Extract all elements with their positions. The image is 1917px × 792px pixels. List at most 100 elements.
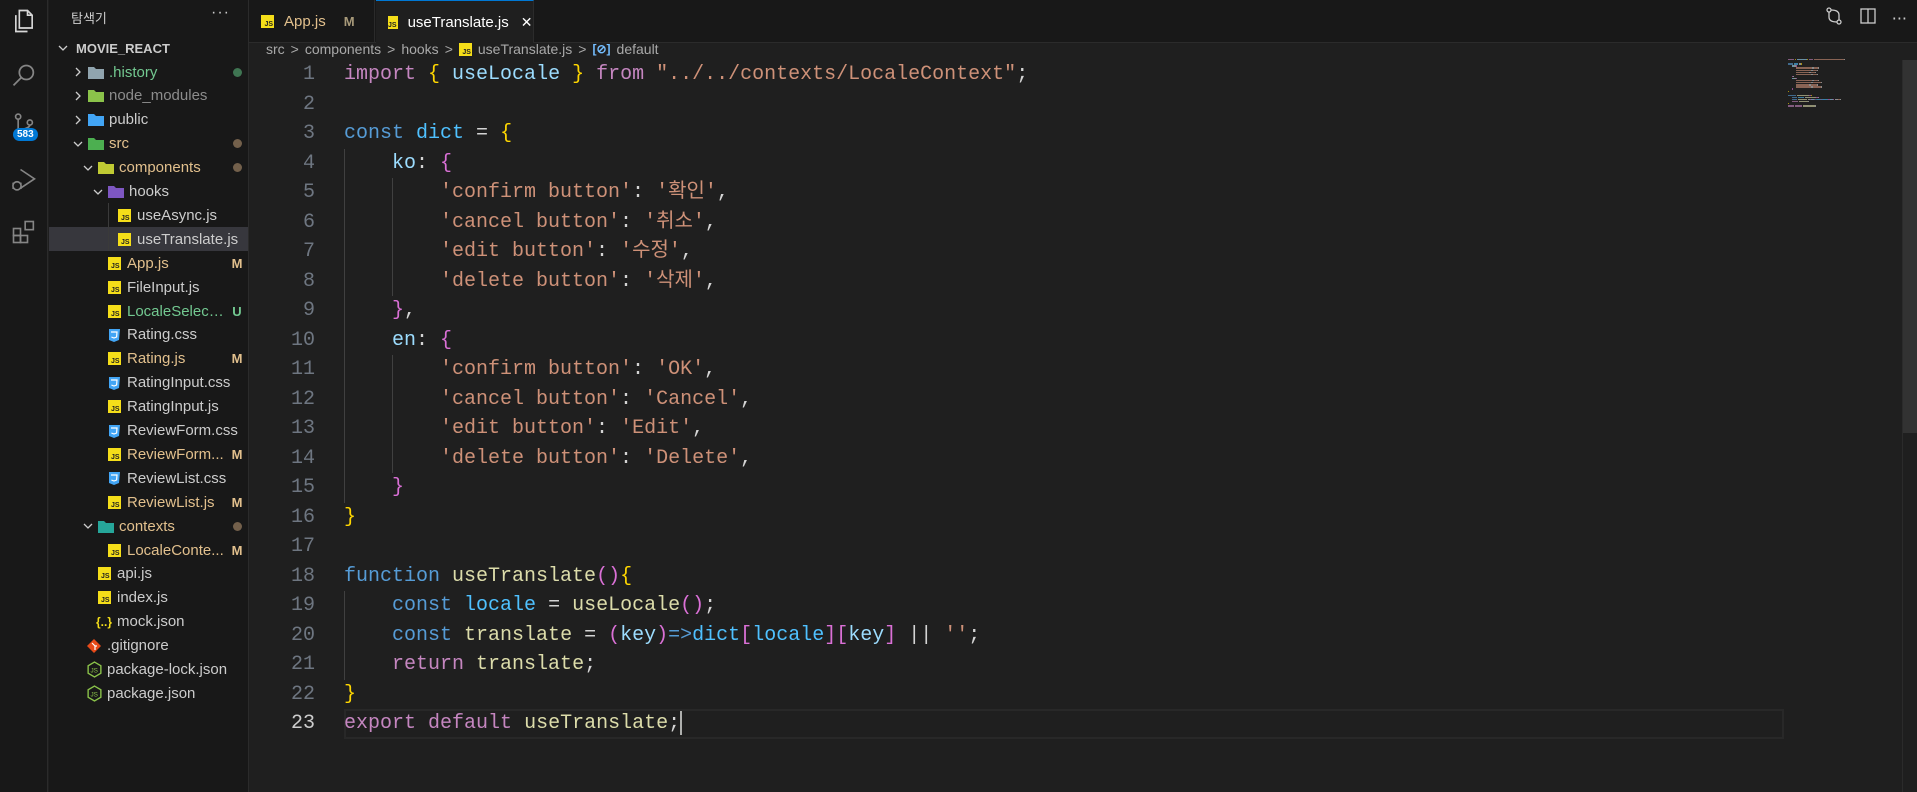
code-line[interactable]: 'confirm button': 'OK', [344,355,716,385]
search-icon[interactable] [8,60,40,92]
code-token: () [596,564,621,588]
breadcrumb-item[interactable]: src [266,41,285,57]
code-line[interactable]: const locale = useLocale(); [344,591,716,621]
more-icon[interactable]: ··· [1892,9,1907,28]
tree-file[interactable]: RatingInput.css [49,371,248,395]
chevron-right-icon [69,66,87,78]
code-line[interactable]: 'cancel button': '취소', [344,208,717,238]
files-icon[interactable] [8,5,40,37]
workspace-root-label: MOVIE_REACT [76,40,170,56]
tree-file[interactable]: JS FileInput.js [49,275,248,299]
tree-item-label: package-lock.json [107,661,228,678]
tree-folder[interactable]: .history [49,60,248,84]
tree-file[interactable]: JS package-lock.json [49,658,248,682]
tree-file[interactable]: JS useTranslate.js [49,227,248,252]
code-line[interactable]: en: { [344,326,452,356]
tree-file[interactable]: JS LocaleConte... M [49,538,248,562]
tab-label: App.js [284,13,326,30]
code-line[interactable]: const translate = (key)=>dict[locale][ke… [344,621,980,651]
nodejs-file-icon: JS [85,684,103,702]
tree-folder[interactable]: contexts [49,514,248,538]
code-line[interactable]: export default useTranslate; [344,709,683,739]
tree-file[interactable]: JS Rating.js M [49,347,248,371]
js-file-icon: JS [105,278,123,296]
tree-file[interactable]: JS api.js [49,562,248,586]
tree-file[interactable]: JS index.js [49,586,248,610]
tab-app-js[interactable]: JS App.js M [249,0,375,43]
code-line[interactable]: } [344,473,404,503]
open-changes-icon[interactable] [1824,6,1844,30]
code-line[interactable]: } [344,680,356,710]
code-line[interactable]: 'delete button': 'Delete', [344,444,752,474]
code-line[interactable]: const dict = { [344,119,512,149]
code-editor[interactable]: 1 import { useLocale } from "../../contex… [249,60,1902,792]
chevron-right-icon [69,114,87,126]
code-line[interactable]: }, [344,296,416,326]
close-icon[interactable]: ✕ [521,14,533,31]
tree-file[interactable]: JS package.json [49,681,248,705]
line-number: 13 [290,417,315,440]
tree-item-label: ReviewList.js [127,493,215,511]
code-token: => [668,623,693,647]
breadcrumb-item[interactable]: hooks [401,41,438,57]
tree-folder[interactable]: node_modules [49,84,248,108]
tab-usetranslate-js[interactable]: JS useTranslate.js ✕ [376,0,534,43]
code-token: } [344,505,357,529]
more-actions-button[interactable]: ··· [211,4,230,22]
tree-file[interactable]: JS ReviewList.js M [49,490,248,514]
tree-item-label: package.json [107,684,196,702]
breadcrumb-symbol[interactable]: default [617,41,659,57]
breadcrumb-item[interactable]: components [305,41,381,57]
run-debug-icon[interactable] [8,164,40,196]
scrollbar-thumb[interactable] [1903,60,1917,434]
minimap[interactable] [1788,59,1898,119]
code-line[interactable]: ko: { [344,149,452,179]
tree-file[interactable]: JS App.js M [49,251,248,275]
tree-folder[interactable]: components [49,156,248,180]
code-token: { [620,564,633,588]
css-file-icon [105,374,123,392]
code-line[interactable]: return translate; [344,650,596,680]
code-token: '확인' [656,181,717,204]
js-file-icon: JS [105,302,123,320]
code-token: } [344,682,357,706]
minimap-mark [1844,59,1845,61]
code-line[interactable]: 'edit button': 'Edit', [344,414,704,444]
line-number: 12 [290,387,315,411]
tree-file[interactable]: JS RatingInput.js [49,395,248,419]
code-token: dict [416,122,465,145]
code-line[interactable]: } [344,503,356,533]
tree-item-label: LocaleSelect.js [127,302,226,320]
line-number: 4 [302,151,315,175]
tree-file[interactable]: JS ReviewForm... M [49,442,248,466]
code-line[interactable]: 'cancel button': 'Cancel', [344,385,752,415]
workspace-root[interactable]: MOVIE_REACT [49,36,248,60]
line-number: 22 [290,682,315,706]
tree-file[interactable]: JS useAsync.js [49,203,248,227]
split-editor-icon[interactable] [1858,6,1878,30]
tree-file[interactable]: Rating.css [49,323,248,347]
tree-file[interactable]: .gitignore [49,634,248,658]
line-number: 6 [302,210,315,234]
tree-file[interactable]: ReviewList.css [49,466,248,490]
js-file-icon: JS [261,15,274,28]
code-token: ; [1016,63,1029,86]
code-line[interactable]: 'edit button': '수정', [344,237,693,267]
code-token: 'confirm button' [344,181,633,204]
tree-file[interactable]: {..} mock.json [49,610,248,634]
tree-file[interactable]: JS LocaleSelect.js U [49,299,248,323]
code-line[interactable]: 'delete button': '삭제', [344,267,717,297]
breadcrumb-file[interactable]: useTranslate.js [478,41,572,57]
tree-file[interactable]: ReviewForm.css [49,419,248,443]
js-file-icon: JS [105,445,123,463]
tree-folder[interactable]: src [49,132,248,156]
code-line[interactable]: import { useLocale } from "../../context… [344,60,1028,90]
tree-folder[interactable]: hooks [49,180,248,204]
minimap-mark [1821,82,1822,84]
code-line[interactable]: function useTranslate(){ [344,562,632,592]
vertical-scrollbar[interactable] [1902,60,1917,792]
code-line[interactable]: 'confirm button': '확인', [344,178,729,208]
tree-folder[interactable]: public [49,108,248,132]
extensions-icon[interactable] [8,216,40,248]
